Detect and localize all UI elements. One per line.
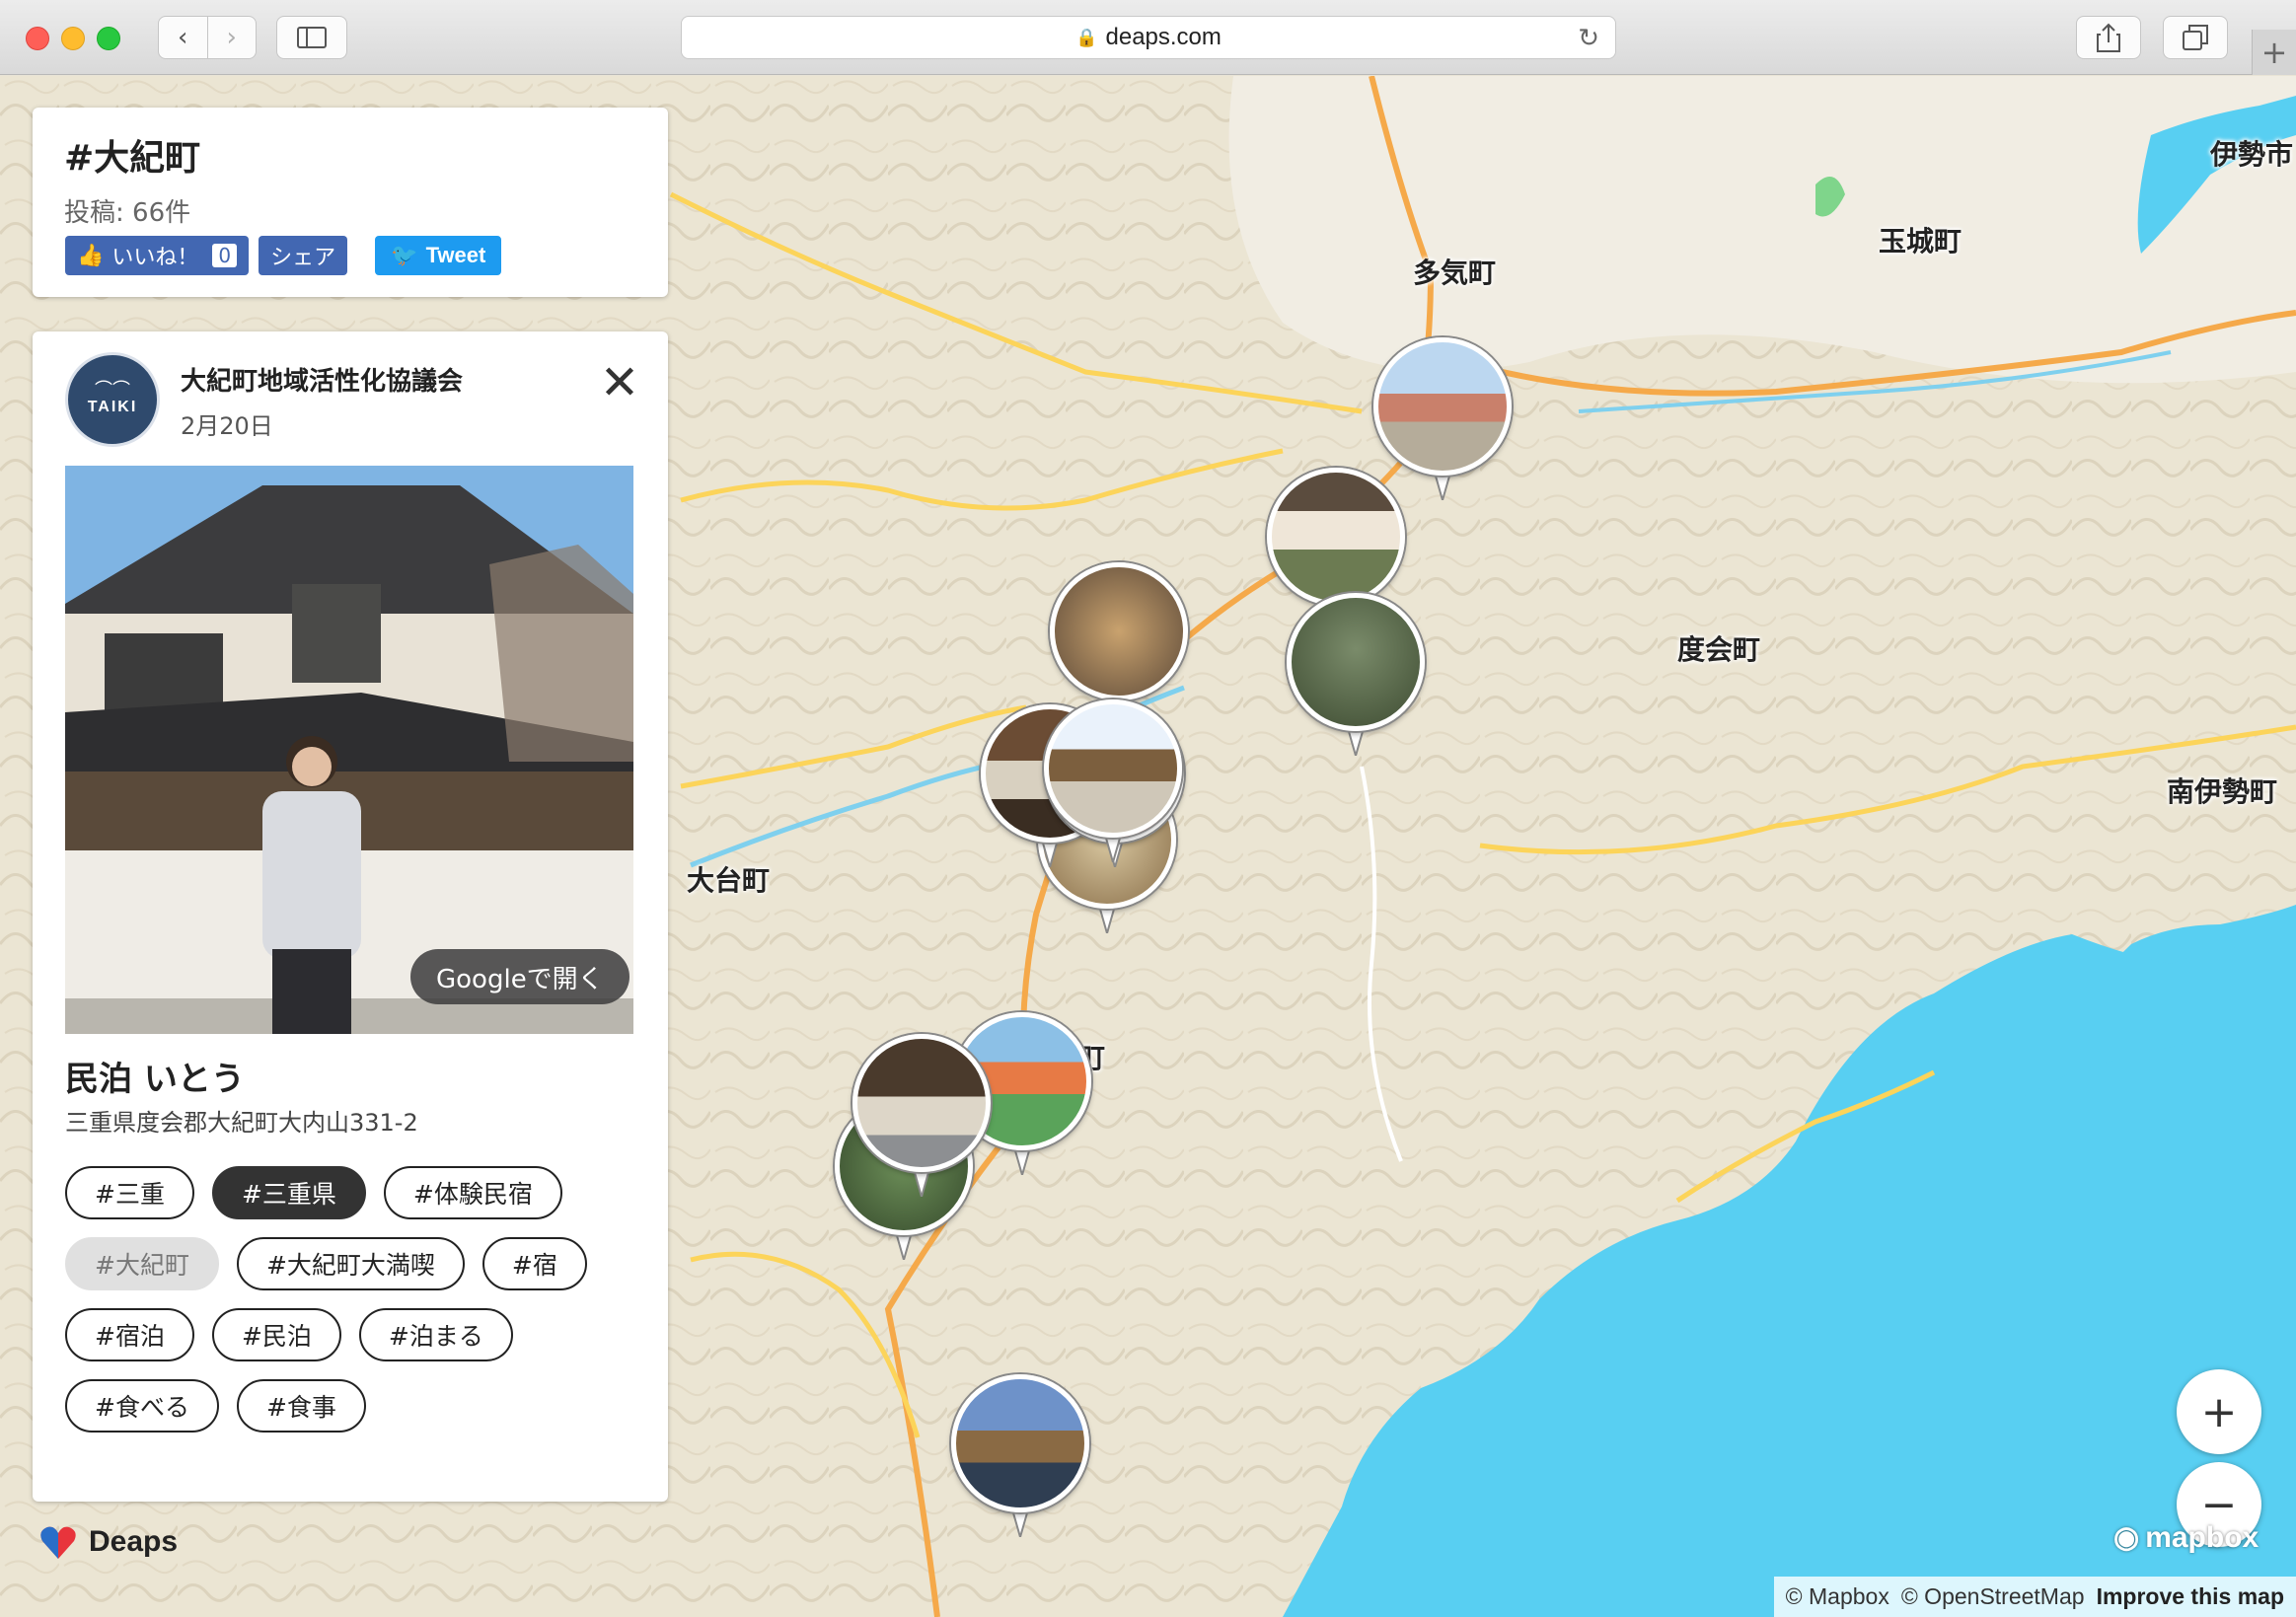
- tag-summary-panel: #大紀町 投稿: 66件 👍 いいね！ 0 シェア 🐦 Tweet: [33, 108, 668, 297]
- deaps-brand-name: Deaps: [89, 1525, 179, 1558]
- tag-chip[interactable]: #民泊: [211, 1308, 341, 1361]
- forward-icon[interactable]: ›: [206, 17, 257, 58]
- post-detail-panel: ⌒⌒ TAIKI 大紀町地域活性化協議会 2月20日 ✕ Googleで開く 民…: [33, 331, 668, 1502]
- mapbox-attribution-link[interactable]: © Mapbox: [1786, 1583, 1889, 1610]
- thumbs-up-icon: 👍: [77, 243, 105, 268]
- tag-title: #大紀町: [64, 138, 201, 179]
- back-icon[interactable]: ‹: [159, 17, 207, 58]
- close-icon[interactable]: ✕: [595, 359, 644, 410]
- osm-attribution-link[interactable]: © OpenStreetMap: [1901, 1583, 2085, 1610]
- post-photo[interactable]: Googleで開く: [65, 466, 633, 1034]
- mapbox-circle-icon: ◉: [2113, 1521, 2140, 1554]
- map-attribution: © Mapbox © OpenStreetMap Improve this ma…: [1773, 1577, 2296, 1617]
- place-label: 大台町: [687, 864, 771, 897]
- spot-name: 民泊 いとう: [65, 1060, 245, 1099]
- facebook-share-button[interactable]: シェア: [259, 236, 348, 275]
- place-label: 玉城町: [1879, 225, 1963, 257]
- like-count: 0: [212, 244, 238, 267]
- post-date: 2月20日: [181, 412, 273, 440]
- tag-chip[interactable]: #泊まる: [358, 1308, 513, 1361]
- tag-chip[interactable]: #宿: [481, 1237, 587, 1290]
- facebook-like-button[interactable]: 👍 いいね！ 0: [65, 236, 250, 275]
- tag-chip[interactable]: #宿泊: [65, 1308, 194, 1361]
- zoom-in-button[interactable]: +: [2177, 1369, 2261, 1454]
- sidebar-icon: [297, 27, 327, 48]
- place-label: 多気町: [1413, 257, 1497, 289]
- mapbox-brand-name: mapbox: [2145, 1520, 2259, 1554]
- tag-chip[interactable]: #三重県: [211, 1166, 366, 1219]
- post-author[interactable]: 大紀町地域活性化協議会: [181, 361, 463, 398]
- browser-toolbar: ‹ › 🔒 deaps.com ↻ +: [0, 0, 2296, 75]
- share-button[interactable]: [2076, 16, 2141, 59]
- tag-chip[interactable]: #食べる: [65, 1379, 219, 1433]
- spot-address: 三重県度会郡大紀町大内山331-2: [65, 1109, 418, 1137]
- improve-map-link[interactable]: Improve this map: [2097, 1583, 2284, 1610]
- open-in-google-button[interactable]: Googleで開く: [410, 949, 630, 1004]
- social-buttons: 👍 いいね！ 0 シェア 🐦 Tweet: [65, 236, 502, 275]
- map-pin[interactable]: [1287, 593, 1425, 771]
- browser-window: ‹ › 🔒 deaps.com ↻ + 伊勢市 玉城町 多気町 度会町 南伊勢町…: [0, 0, 2296, 1617]
- address-bar[interactable]: 🔒 deaps.com ↻: [681, 16, 1616, 59]
- tag-chip[interactable]: #体験民宿: [383, 1166, 562, 1219]
- twitter-bird-icon: 🐦: [391, 243, 418, 267]
- tag-chip[interactable]: #食事: [236, 1379, 366, 1433]
- post-count: 投稿: 66件: [64, 198, 191, 228]
- sidebar-button[interactable]: [276, 16, 347, 59]
- avatar[interactable]: ⌒⌒ TAIKI: [65, 352, 160, 447]
- nav-buttons: ‹ ›: [158, 16, 257, 59]
- deaps-heart-icon: [40, 1526, 76, 1559]
- tweet-button[interactable]: 🐦 Tweet: [375, 236, 502, 275]
- tabs-icon: [2183, 25, 2208, 50]
- mountain-icon: ⌒⌒: [95, 380, 130, 401]
- tag-chip[interactable]: #三重: [65, 1166, 194, 1219]
- like-label: いいね！: [111, 246, 199, 270]
- map-pin[interactable]: [951, 1374, 1089, 1552]
- tabs-button[interactable]: [2163, 16, 2228, 59]
- place-label: 南伊勢町: [2167, 775, 2278, 808]
- tag-list: #三重 #三重県 #体験民宿 #大紀町 #大紀町大満喫 #宿 #宿泊 #民泊 #泊まる #食べる #…: [65, 1166, 637, 1433]
- minimize-window-button[interactable]: [61, 27, 85, 50]
- tag-chip[interactable]: #大紀町: [65, 1237, 219, 1290]
- close-window-button[interactable]: [26, 27, 49, 50]
- new-tab-icon[interactable]: +: [2252, 30, 2296, 75]
- lock-icon: 🔒: [1075, 27, 1098, 47]
- tweet-label: Tweet: [425, 243, 486, 267]
- mapbox-logo[interactable]: ◉ mapbox: [2113, 1520, 2259, 1555]
- share-icon: [2097, 23, 2120, 52]
- url-text: deaps.com: [1105, 24, 1222, 50]
- reload-icon[interactable]: ↻: [1578, 23, 1599, 53]
- place-label: 度会町: [1677, 633, 1761, 666]
- map-pin[interactable]: [1044, 699, 1182, 877]
- deaps-logo[interactable]: Deaps: [39, 1523, 178, 1561]
- place-label: 伊勢市: [2210, 138, 2294, 171]
- zoom-window-button[interactable]: [97, 27, 120, 50]
- avatar-logo-text: TAIKI: [87, 399, 138, 415]
- map-pin[interactable]: [852, 1034, 991, 1212]
- tag-chip[interactable]: #大紀町大満喫: [236, 1237, 465, 1290]
